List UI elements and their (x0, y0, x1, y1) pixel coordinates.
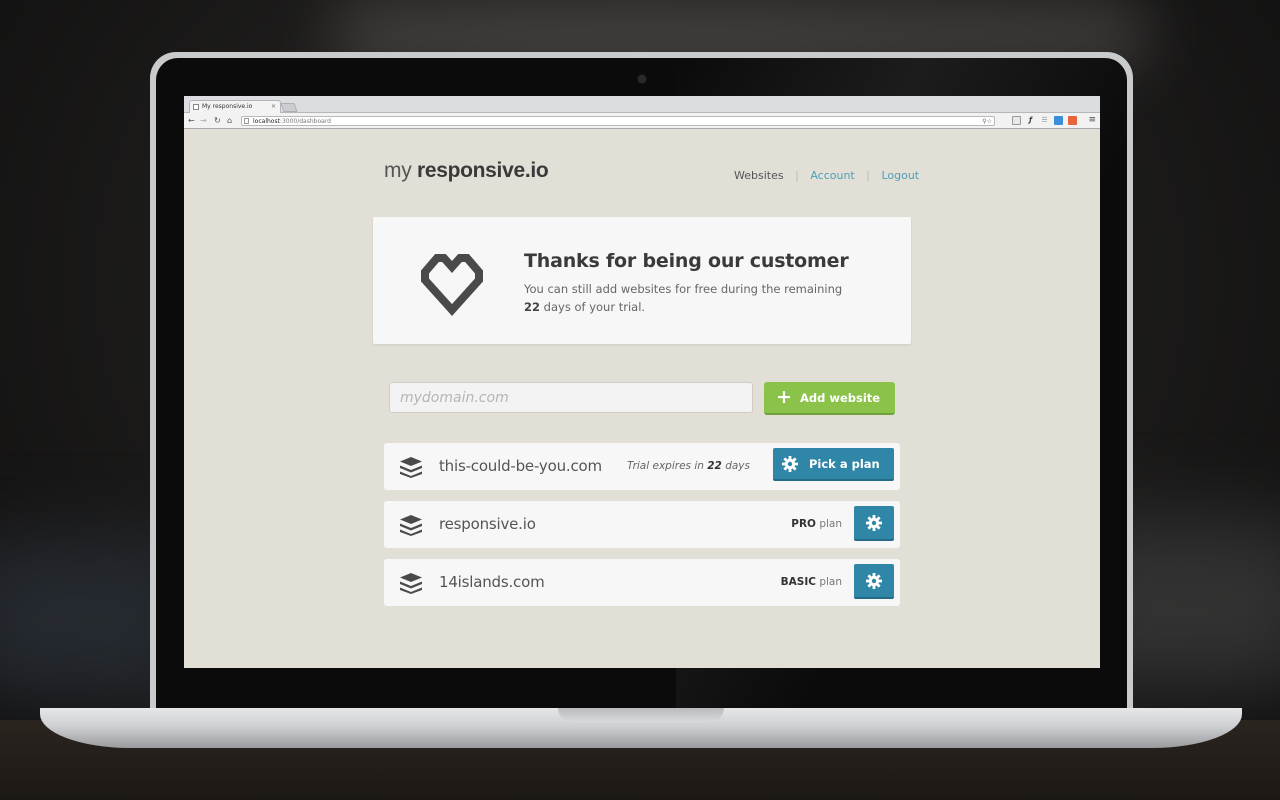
website-row: this-could-be-you.com Trial expires in 2… (384, 443, 900, 490)
plus-icon: + (776, 386, 792, 408)
settings-button[interactable] (854, 506, 894, 541)
extension-icon[interactable] (1054, 116, 1063, 125)
heart-icon (421, 254, 483, 316)
gear-icon (782, 456, 798, 472)
banner-text: You can still add websites for free duri… (524, 282, 843, 314)
plan-status: PRO plan (791, 518, 842, 530)
pick-plan-label: Pick a plan (809, 457, 880, 471)
new-tab-button[interactable] (280, 103, 298, 112)
page-icon (244, 118, 249, 124)
logo[interactable]: my responsive.io (384, 159, 549, 183)
tab-title: My responsive.io (202, 103, 253, 110)
page-icon (193, 104, 199, 110)
website-row: responsive.io PRO plan (384, 501, 900, 548)
laptop-notch (558, 708, 724, 722)
layers-icon (400, 457, 422, 478)
browser-window: My responsive.io × ← → ↻ ⌂ localhost:300… (184, 96, 1100, 668)
extension-icon[interactable] (1068, 116, 1077, 125)
gear-icon (866, 515, 882, 531)
font-extension-icon[interactable]: ƒ (1026, 116, 1035, 125)
close-tab-icon[interactable]: × (271, 101, 276, 113)
browser-tab[interactable]: My responsive.io × (189, 100, 281, 113)
zoom-bookmark-icons[interactable]: ⚲☆ (982, 117, 992, 126)
menu-icon[interactable]: ≡ (1088, 115, 1096, 125)
reload-icon[interactable]: ↻ (214, 116, 221, 126)
nav-websites[interactable]: Websites (734, 169, 784, 182)
add-website-button[interactable]: + Add website (764, 382, 895, 415)
layers-icon (400, 515, 422, 536)
website-domain[interactable]: this-could-be-you.com (439, 457, 602, 475)
layers-icon (400, 573, 422, 594)
pick-plan-button[interactable]: Pick a plan (773, 448, 894, 481)
tab-strip: My responsive.io × (184, 96, 1100, 113)
main-nav: Websites | Account | Logout (734, 169, 919, 182)
nav-separator: | (795, 169, 799, 182)
logo-bold: responsive.io (416, 159, 549, 182)
extension-icon[interactable] (1012, 116, 1021, 125)
thanks-banner: Thanks for being our customer You can st… (373, 217, 911, 344)
url-host: localhost (253, 118, 280, 125)
extension-icon[interactable]: ☰ (1040, 116, 1049, 125)
home-icon[interactable]: ⌂ (227, 116, 232, 126)
plan-status: BASIC plan (780, 576, 842, 588)
add-website-label: Add website (800, 391, 881, 405)
back-arrow-icon[interactable]: ← (188, 116, 195, 126)
nav-account[interactable]: Account (810, 169, 854, 182)
url-path: :3000/dashboard (279, 118, 331, 125)
website-row: 14islands.com BASIC plan (384, 559, 900, 606)
domain-input[interactable] (389, 382, 753, 413)
website-domain[interactable]: 14islands.com (439, 573, 545, 591)
address-bar[interactable]: localhost:3000/dashboard ⚲☆ (241, 116, 995, 126)
nav-separator: | (866, 169, 870, 182)
camera (638, 75, 646, 83)
settings-button[interactable] (854, 564, 894, 599)
trial-days-remaining: 22 (524, 300, 541, 314)
nav-logout[interactable]: Logout (881, 169, 919, 182)
logo-light: my (384, 159, 412, 182)
banner-title: Thanks for being our customer (524, 250, 849, 272)
browser-toolbar: ← → ↻ ⌂ localhost:3000/dashboard ⚲☆ ƒ ☰ … (184, 113, 1100, 129)
forward-arrow-icon[interactable]: → (200, 116, 207, 126)
trial-status: Trial expires in 22 days (626, 460, 750, 472)
gear-icon (866, 573, 882, 589)
website-domain[interactable]: responsive.io (439, 515, 536, 533)
